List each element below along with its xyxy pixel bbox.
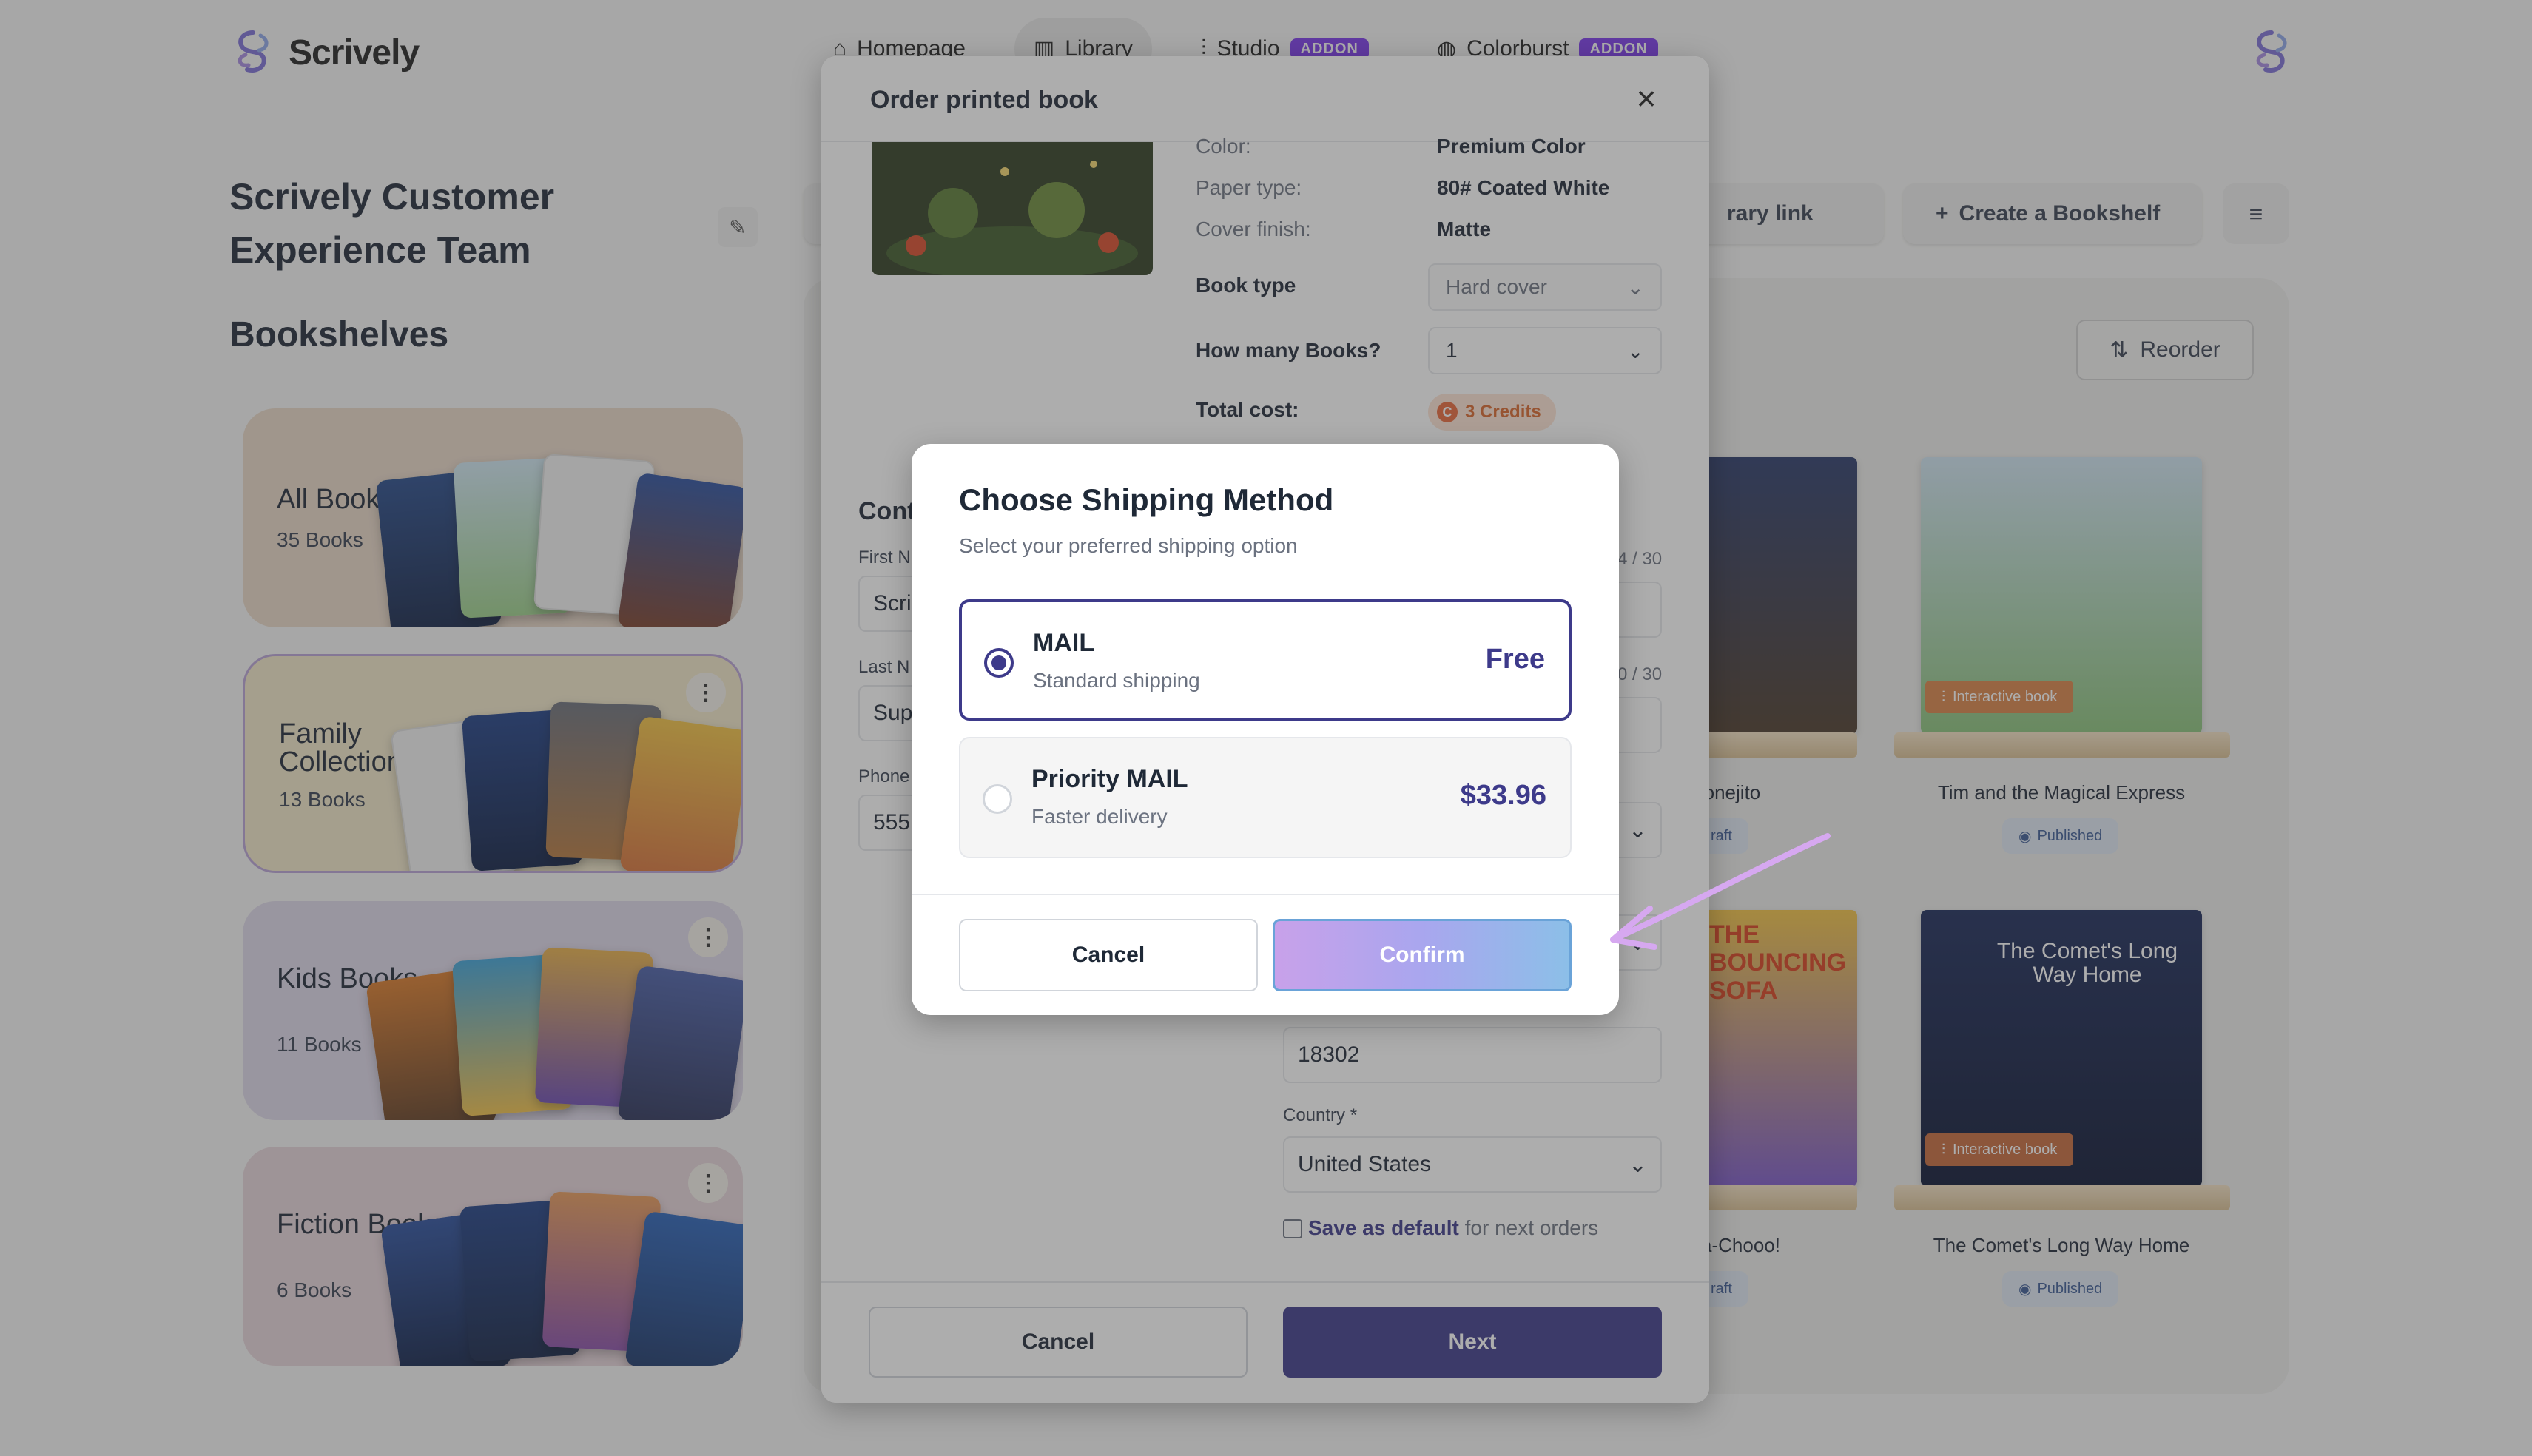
shipping-option-name: Priority MAIL (1031, 765, 1188, 793)
radio-button-selected[interactable] (984, 648, 1014, 678)
shipping-method-dialog: Choose Shipping Method Select your prefe… (912, 444, 1619, 1015)
dialog-title: Choose Shipping Method (959, 482, 1334, 517)
shipping-option-mail[interactable]: MAIL Standard shipping Free (959, 599, 1572, 721)
divider (912, 894, 1619, 895)
shipping-confirm-button[interactable]: Confirm (1273, 919, 1572, 991)
shipping-option-desc: Faster delivery (1031, 805, 1168, 828)
dialog-subtitle: Select your preferred shipping option (959, 534, 1298, 557)
radio-button[interactable] (983, 784, 1012, 814)
shipping-option-name: MAIL (1033, 629, 1095, 657)
shipping-cancel-button[interactable]: Cancel (959, 919, 1258, 991)
shipping-option-price: $33.96 (1460, 780, 1546, 811)
shipping-option-desc: Standard shipping (1033, 669, 1200, 692)
annotation-arrow-icon (1610, 833, 1831, 950)
shipping-option-price: Free (1485, 644, 1545, 675)
shipping-option-priority-mail[interactable]: Priority MAIL Faster delivery $33.96 (959, 737, 1572, 858)
